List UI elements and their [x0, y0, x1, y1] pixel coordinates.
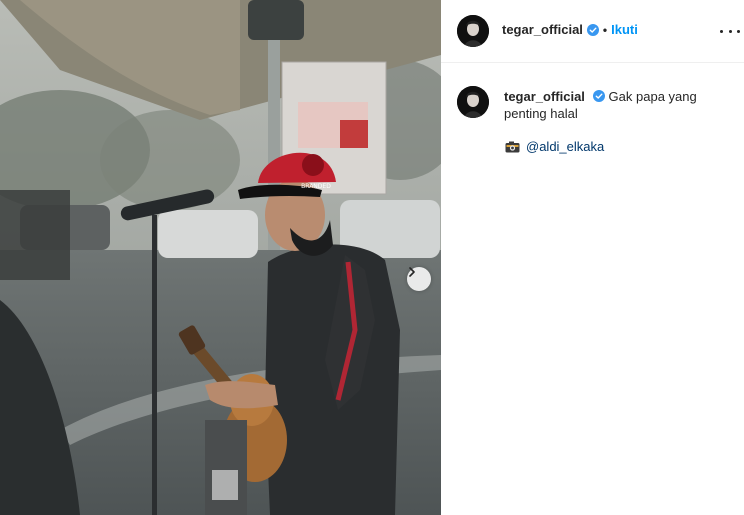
verified-badge-icon [592, 90, 605, 102]
avatar[interactable] [457, 15, 489, 47]
more-options-button[interactable] [720, 22, 740, 40]
caption-username-link[interactable]: tegar_official [504, 89, 585, 104]
username-link[interactable]: tegar_official [502, 22, 583, 37]
camera-icon [505, 141, 520, 152]
more-dot [728, 29, 732, 33]
caption-avatar[interactable] [457, 86, 489, 118]
post-side-panel: tegar_official • Ikuti [441, 0, 744, 515]
separator-dot: • [602, 22, 608, 37]
next-photo-button[interactable] [407, 267, 431, 291]
cap-print-text: BRANDED [301, 183, 331, 190]
post-author: tegar_official • Ikuti [502, 22, 638, 37]
photo-credit: @aldi_elkaka [505, 139, 604, 154]
profile-picture [457, 86, 489, 118]
follow-button[interactable]: Ikuti [611, 22, 638, 37]
verified-badge-icon [586, 23, 599, 36]
more-horizontal-icon [720, 29, 723, 33]
more-dot [737, 29, 740, 33]
profile-picture [457, 15, 489, 47]
post-photo[interactable]: BRANDED [0, 0, 441, 515]
street-musician-image: BRANDED [0, 0, 441, 515]
chevron-right-icon [409, 267, 415, 277]
credit-mention-link[interactable]: @aldi_elkaka [526, 139, 604, 154]
post-header: tegar_official • Ikuti [441, 0, 744, 63]
post-caption: tegar_official Gak papa yang penting hal… [504, 88, 714, 122]
